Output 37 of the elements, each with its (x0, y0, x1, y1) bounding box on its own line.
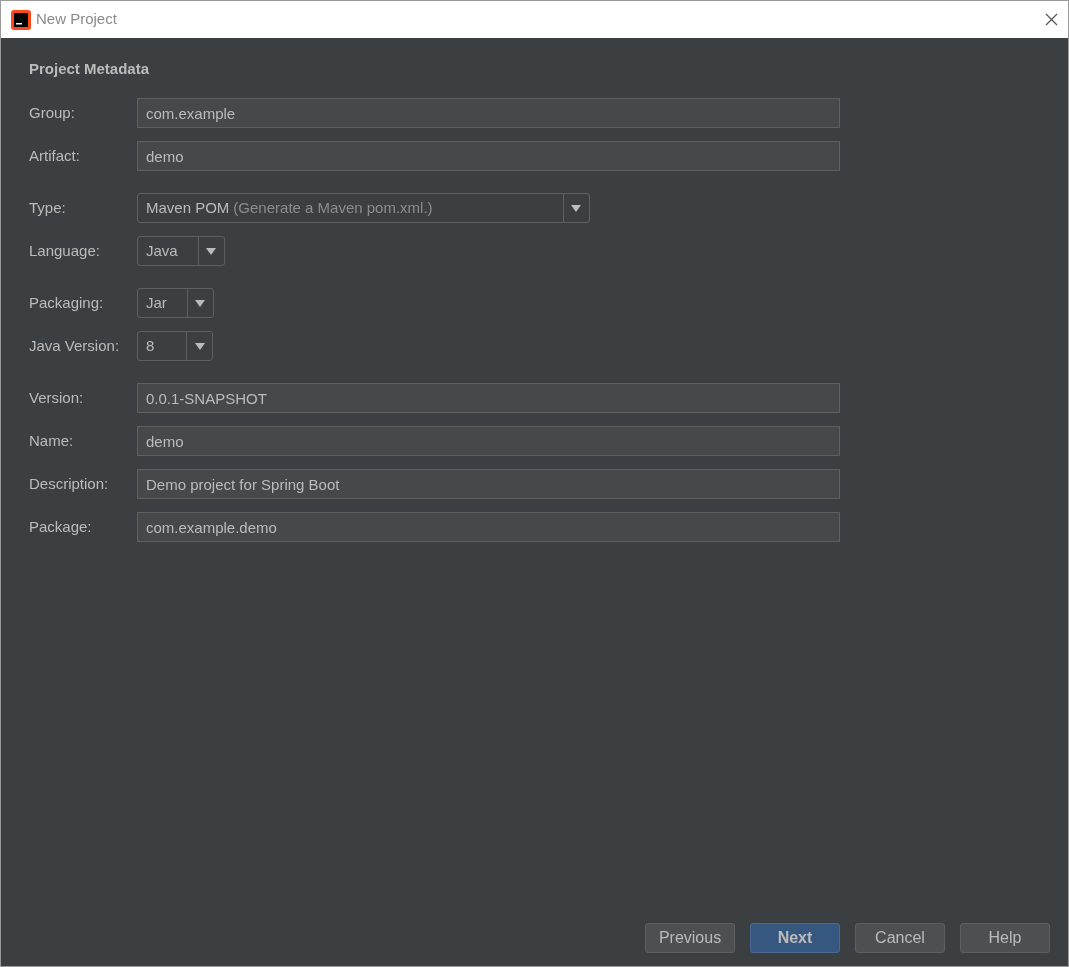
field-label: Language: (29, 240, 101, 261)
caret-icon (194, 342, 205, 350)
dropdown[interactable]: Jar (137, 288, 214, 318)
field-label: Name: (29, 430, 75, 451)
dropdown[interactable]: 8 (137, 331, 213, 361)
dialog-button[interactable]: Previous (645, 923, 735, 953)
caret-icon (206, 247, 217, 255)
dropdown-value: Java (146, 240, 178, 261)
text-field[interactable]: 0.0.1-SNAPSHOT (137, 383, 840, 413)
section-title: Project Metadata (29, 59, 151, 79)
window-title: New Project (36, 9, 117, 30)
text-field[interactable]: com.example (137, 98, 840, 128)
field-label: Description: (29, 473, 110, 494)
field-label: Java Version: (29, 335, 121, 356)
text-field[interactable]: Demo project for Spring Boot (137, 469, 840, 499)
field-label: Type: (29, 197, 67, 218)
app-logo-icon (11, 9, 31, 30)
dropdown-hint: (Generate a Maven pom.xml.) (233, 197, 433, 218)
field-label: Artifact: (29, 145, 81, 166)
dropdown-value: Jar (146, 292, 167, 313)
dialog-button[interactable]: Help (960, 923, 1050, 953)
caret-icon (195, 299, 206, 307)
dropdown-value: Maven POM (146, 197, 230, 218)
dialog-button[interactable]: Cancel (855, 923, 945, 953)
dropdown[interactable]: Java (137, 236, 225, 266)
dropdown-value: 8 (146, 335, 155, 356)
dialog-button[interactable]: Next (750, 923, 840, 953)
text-field[interactable]: com.example.demo (137, 512, 840, 542)
field-label: Package: (29, 516, 93, 537)
caret-icon (571, 204, 582, 212)
close-icon[interactable] (1045, 13, 1058, 26)
text-field[interactable]: demo (137, 141, 840, 171)
field-label: Version: (29, 387, 85, 408)
field-label: Packaging: (29, 292, 105, 313)
text-field[interactable]: demo (137, 426, 840, 456)
field-label: Group: (29, 102, 76, 123)
dropdown[interactable]: Maven POM (Generate a Maven pom.xml.) (137, 193, 590, 223)
